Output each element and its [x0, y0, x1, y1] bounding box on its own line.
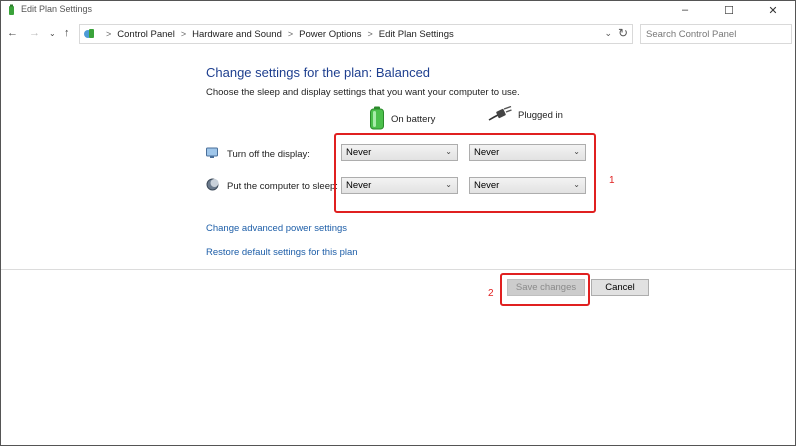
power-options-icon	[6, 4, 17, 18]
annotation-number-1: 1	[609, 175, 615, 186]
display-setting-row: Turn off the display:	[206, 146, 310, 162]
battery-icon	[369, 106, 385, 133]
sleep-label: Put the computer to sleep:	[227, 180, 338, 192]
turn-off-display-label: Turn off the display:	[227, 148, 310, 160]
breadcrumb-hardware-and-sound[interactable]: Hardware and Sound	[192, 29, 282, 40]
address-dropdown-chevron-icon[interactable]: ⌄	[604, 28, 612, 39]
control-panel-icon	[83, 27, 95, 42]
search-placeholder: Search Control Panel	[646, 29, 737, 40]
column-header-plugged-in: Plugged in	[488, 105, 563, 125]
display-icon	[206, 146, 219, 162]
column-header-on-battery: On battery	[369, 106, 435, 133]
breadcrumb-control-panel[interactable]: Control Panel	[117, 29, 175, 40]
plugged-in-label: Plugged in	[518, 110, 563, 121]
address-bar[interactable]: > Control Panel > Hardware and Sound > P…	[79, 24, 633, 44]
sleep-moon-icon	[206, 178, 219, 194]
save-changes-button[interactable]: Save changes	[507, 279, 585, 296]
refresh-icon[interactable]: ↻	[618, 26, 628, 40]
power-plug-icon	[488, 105, 512, 125]
back-arrow-icon[interactable]: ←	[7, 27, 18, 39]
breadcrumb-separator-icon: >	[106, 29, 112, 39]
cancel-button[interactable]: Cancel	[591, 279, 649, 296]
breadcrumb-separator-icon: >	[180, 29, 187, 39]
maximize-button[interactable]: ☐	[707, 1, 751, 19]
minimize-button[interactable]: –	[663, 1, 707, 19]
highlight-box-settings	[334, 133, 596, 213]
minimize-icon: –	[681, 4, 689, 16]
breadcrumb-separator-icon: >	[287, 29, 294, 39]
title-bar: Edit Plan Settings – ☐ ✕	[1, 1, 795, 19]
window-title: Edit Plan Settings	[21, 4, 93, 14]
breadcrumb-separator-icon: >	[367, 29, 373, 39]
up-arrow-icon[interactable]: ↑	[64, 27, 70, 39]
breadcrumb-edit-plan-settings[interactable]: Edit Plan Settings	[379, 29, 454, 40]
sleep-setting-row: Put the computer to sleep:	[206, 178, 338, 194]
breadcrumb: > Control Panel > Hardware and Sound > P…	[100, 25, 454, 43]
page-title: Change settings for the plan: Balanced	[206, 65, 431, 80]
restore-defaults-link[interactable]: Restore default settings for this plan	[206, 247, 358, 258]
advanced-power-settings-link[interactable]: Change advanced power settings	[206, 223, 347, 234]
search-input[interactable]: Search Control Panel	[640, 24, 792, 44]
on-battery-label: On battery	[391, 114, 436, 125]
close-icon: ✕	[768, 4, 778, 17]
maximize-icon: ☐	[724, 4, 734, 17]
annotation-number-2: 2	[488, 288, 494, 299]
recent-locations-chevron-icon[interactable]: ⌄	[49, 29, 56, 38]
forward-arrow-icon[interactable]: →	[29, 27, 40, 39]
breadcrumb-power-options[interactable]: Power Options	[299, 29, 361, 40]
divider	[1, 269, 795, 270]
page-subtitle: Choose the sleep and display settings th…	[206, 87, 520, 98]
close-button[interactable]: ✕	[751, 1, 795, 19]
